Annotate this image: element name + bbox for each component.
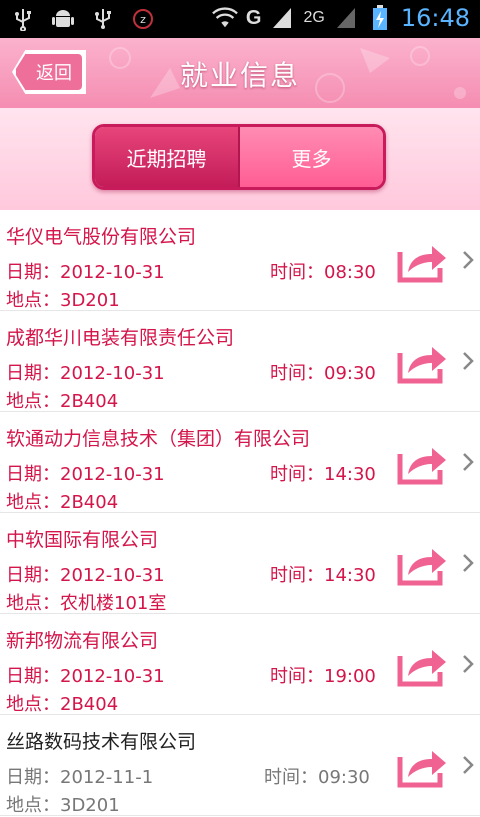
battery-charging-icon <box>367 5 393 31</box>
tab-area: 近期招聘 更多 <box>0 108 480 210</box>
job-date: 日期：2012-10-31 <box>6 262 165 283</box>
job-date: 日期：2012-11-1 <box>6 767 154 788</box>
chevron-right-icon <box>463 352 474 370</box>
company-name: 新邦物流有限公司 <box>6 630 159 652</box>
company-name: 成都华川电装有限责任公司 <box>6 327 235 349</box>
job-place: 地点：3D201 <box>6 290 120 311</box>
job-date: 日期：2012-10-31 <box>6 666 165 687</box>
job-list: 华仪电气股份有限公司 日期：2012-10-31 时间：08:30 地点：3D2… <box>0 210 480 816</box>
company-name: 华仪电气股份有限公司 <box>6 226 197 248</box>
tab-more[interactable]: 更多 <box>240 127 383 187</box>
share-icon[interactable] <box>396 440 448 486</box>
job-place: 地点：2B404 <box>6 492 119 513</box>
company-name: 丝路数码技术有限公司 <box>6 731 197 753</box>
page-title: 就业信息 <box>179 59 300 92</box>
job-time: 时间：08:30 <box>270 262 376 283</box>
wifi-icon <box>212 5 238 31</box>
job-place: 地点：3D201 <box>6 795 120 816</box>
job-time: 时间：09:30 <box>270 363 376 384</box>
job-time: 时间：14:30 <box>270 464 376 485</box>
svg-text:z: z <box>140 13 146 26</box>
segmented-control: 近期招聘 更多 <box>92 124 386 190</box>
chevron-right-icon <box>463 453 474 471</box>
share-icon[interactable] <box>396 743 448 789</box>
job-date: 日期：2012-10-31 <box>6 565 165 586</box>
company-name: 中软国际有限公司 <box>6 529 159 551</box>
job-time: 时间：14:30 <box>270 565 376 586</box>
job-time: 时间：19:00 <box>270 666 376 687</box>
status-bar: z G 2G 16:48 <box>0 0 480 38</box>
share-icon[interactable] <box>396 238 448 284</box>
company-name: 软通动力信息技术（集团）有限公司 <box>6 428 311 450</box>
job-place: 地点：2B404 <box>6 391 119 412</box>
clock: 16:48 <box>400 4 470 32</box>
chevron-right-icon <box>463 655 474 673</box>
job-place: 地点：2B404 <box>6 694 119 715</box>
list-item[interactable]: 华仪电气股份有限公司 日期：2012-10-31 时间：08:30 地点：3D2… <box>0 210 480 311</box>
job-date: 日期：2012-10-31 <box>6 363 165 384</box>
alarm-icon: z <box>130 6 156 32</box>
list-item[interactable]: 新邦物流有限公司 日期：2012-10-31 时间：19:00 地点：2B404 <box>0 614 480 715</box>
usb-icon <box>10 6 36 32</box>
tab-more-label: 更多 <box>291 146 332 171</box>
chevron-right-icon <box>463 251 474 269</box>
signal-icon <box>269 5 295 31</box>
chevron-right-icon <box>463 756 474 774</box>
second-sim-label: 2G <box>303 9 325 26</box>
job-place: 地点：农机楼101室 <box>6 593 167 614</box>
android-icon <box>50 6 76 32</box>
usb-icon <box>90 6 116 32</box>
network-type-label: G <box>245 6 262 29</box>
list-item[interactable]: 软通动力信息技术（集团）有限公司 日期：2012-10-31 时间：14:30 … <box>0 412 480 513</box>
share-icon[interactable] <box>396 339 448 385</box>
chevron-right-icon <box>463 554 474 572</box>
job-time: 时间：09:30 <box>264 767 370 788</box>
list-item[interactable]: 中软国际有限公司 日期：2012-10-31 时间：14:30 地点：农机楼10… <box>0 513 480 614</box>
share-icon[interactable] <box>396 642 448 688</box>
list-item[interactable]: 成都华川电装有限责任公司 日期：2012-10-31 时间：09:30 地点：2… <box>0 311 480 412</box>
title-bar: 返回 就业信息 <box>0 38 480 108</box>
share-icon[interactable] <box>396 541 448 587</box>
job-date: 日期：2012-10-31 <box>6 464 165 485</box>
list-item[interactable]: 丝路数码技术有限公司 日期：2012-11-1 时间：09:30 地点：3D20… <box>0 715 480 816</box>
tab-recent[interactable]: 近期招聘 <box>95 127 238 187</box>
tab-recent-label: 近期招聘 <box>126 146 207 171</box>
signal-off-icon <box>333 5 359 31</box>
